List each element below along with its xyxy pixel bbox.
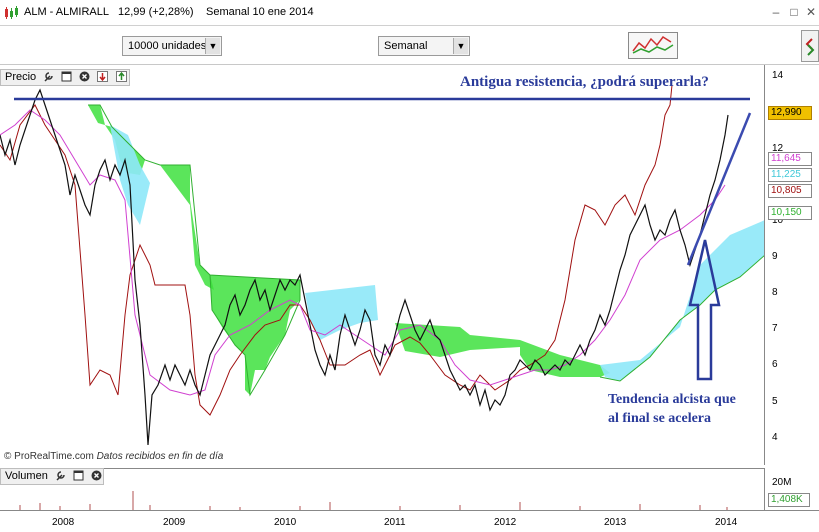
value-label-close: 12,990 [768,106,812,120]
y-tick-5: 5 [772,396,778,407]
annotation-resistance: Antigua resistencia, ¿podrá superarla? [460,74,709,90]
value-label-cloud-green: 10,150 [768,206,812,220]
title-bar: ALM - ALMIRALL 12,99 (+2,28%) Semanal 10… [0,0,819,26]
window-icon[interactable] [73,470,84,481]
candlestick-icon [5,6,18,19]
cloud-green-2012 [520,340,610,377]
volume-chart[interactable] [0,468,765,510]
volume-panel-label: Volumen [5,470,48,482]
maximize-button[interactable]: □ [786,4,802,20]
volume-chart-svg [19,491,728,510]
volume-y-tick: 20M [772,477,792,488]
close-circle-icon[interactable] [91,470,102,481]
close-button[interactable]: ✕ [803,4,819,20]
minimize-button[interactable]: – [768,4,784,20]
annotation-trend-line2: al final se acelera [608,411,712,426]
value-label-kijun: 10,805 [768,184,812,198]
wrench-icon[interactable] [55,470,66,481]
x-tick-2013: 2013 [604,517,627,528]
price-change: 12,99 (+2,28%) [118,6,194,18]
indicators-button[interactable] [628,32,678,59]
credit-line: © ProRealTime.com Datos recibidos en fin… [4,451,223,462]
period-date: Semanal 10 ene 2014 [206,6,314,18]
arrows-icon [805,38,815,56]
volume-panel-header: Volumen [0,468,104,485]
y-tick-8: 8 [772,287,778,298]
y-tick-9: 9 [772,251,778,262]
x-tick-2011: 2011 [384,517,406,528]
cloud-cyan-2013 [600,220,764,381]
value-label-tenkan: 11,645 [768,152,812,166]
time-axis: 2008 2009 2010 2011 2012 2013 2014 [0,510,819,532]
credit-source: © ProRealTime.com [4,451,94,462]
value-label-cloud-cyan: 11,225 [768,168,812,182]
quantity-select-value: 10000 unidades [128,40,207,52]
y-tick-4: 4 [772,432,778,443]
x-tick-2014: 2014 [715,517,738,528]
quantity-select[interactable]: 10000 unidades ▼ [122,36,222,56]
y-tick-7: 7 [772,323,778,334]
y-tick-6: 6 [772,359,778,370]
x-tick-2010: 2010 [274,517,297,528]
toolbar: 10000 unidades ▼ Semanal ▼ [0,27,819,65]
credit-note: Datos recibidos en fin de día [96,451,224,462]
symbol-title: ALM - ALMIRALL [24,6,109,18]
x-tick-2009: 2009 [163,517,186,528]
timeframe-select[interactable]: Semanal ▼ [378,36,470,56]
chevron-down-icon: ▼ [453,38,468,54]
y-tick-14: 14 [772,70,784,81]
tenkan-line [0,109,726,396]
x-tick-2008: 2008 [52,517,75,528]
volume-value-label: 1,408K [768,493,810,507]
indicators-chart-icon [632,35,674,54]
x-tick-2012: 2012 [494,517,517,528]
timeframe-select-value: Semanal [384,40,428,52]
cloud-cyan-2008 [110,125,150,225]
chevron-down-icon: ▼ [205,38,220,54]
annotation-trend-line1: Tendencia alcista que [608,392,736,407]
side-panel-toggle[interactable] [801,30,819,62]
